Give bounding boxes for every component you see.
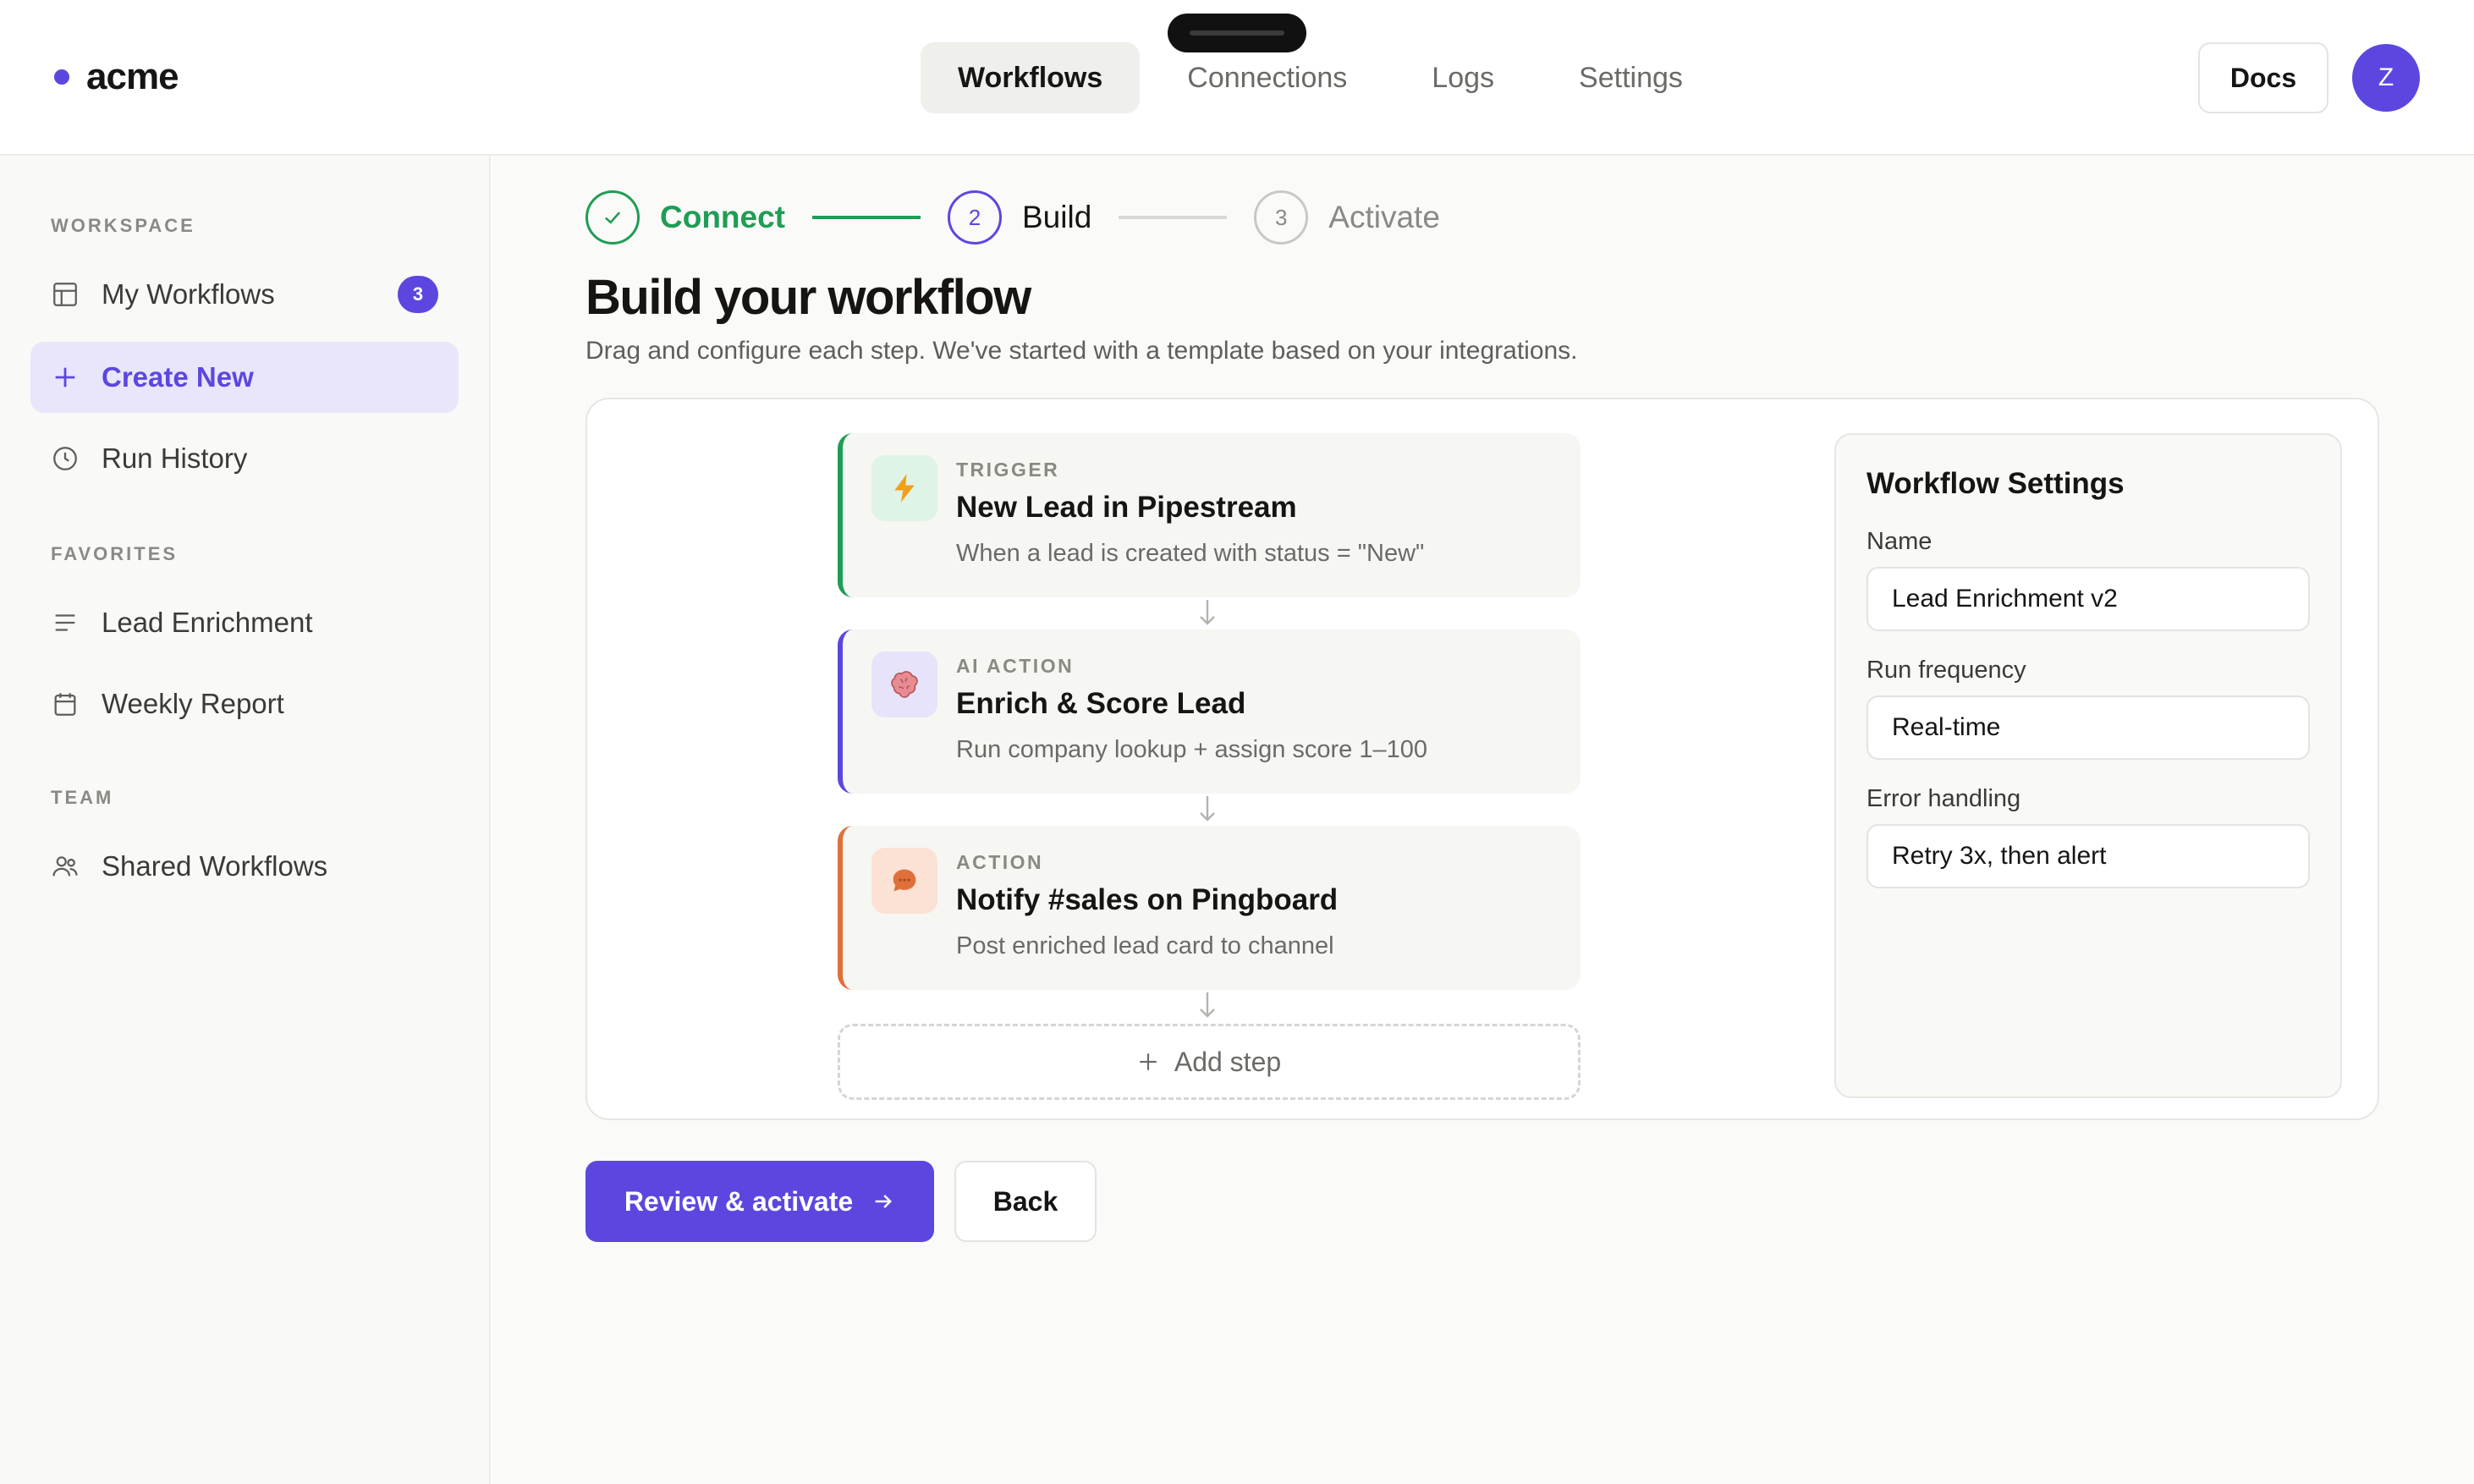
sidebar-item-shared-workflows[interactable]: Shared Workflows [30, 831, 459, 902]
sidebar-item-my-workflows[interactable]: My Workflows 3 [30, 259, 459, 330]
sidebar-item-label: Lead Enrichment [102, 607, 313, 638]
arrow-down-icon [1200, 992, 1215, 1018]
back-button[interactable]: Back [954, 1161, 1097, 1242]
top-header: acme Workflows Connections Logs Settings… [0, 0, 2474, 156]
review-activate-button[interactable]: Review & activate [586, 1161, 934, 1242]
run-frequency-label: Run frequency [1866, 657, 2026, 684]
users-icon [51, 852, 80, 881]
arrow-down-icon [1200, 796, 1215, 822]
sidebar-item-create-new[interactable]: Create New [30, 342, 459, 413]
sidebar-section-favorites: FAVORITES [51, 543, 179, 564]
sidebar-item-weekly-report[interactable]: Weekly Report [30, 668, 459, 739]
review-activate-label: Review & activate [624, 1185, 854, 1217]
top-nav: Workflows Connections Logs Settings [921, 42, 1720, 113]
workflow-settings-panel: Workflow Settings Name Lead Enrichment v… [1834, 433, 2342, 1098]
page-title: Build your workflow [586, 270, 1031, 325]
sidebar-item-label: Run History [102, 442, 248, 474]
plus-icon [1140, 1053, 1157, 1070]
run-frequency-field[interactable]: Real-time [1866, 695, 2310, 760]
tab-connections[interactable]: Connections [1150, 42, 1384, 113]
add-step-label: Add step [1174, 1046, 1282, 1077]
logo-dot-icon [54, 69, 69, 85]
page-subtitle: Drag and configure each step. We've star… [586, 337, 1578, 365]
plus-icon [51, 363, 80, 392]
calendar-icon [51, 690, 80, 718]
step-description: Run company lookup + assign score 1–100 [956, 736, 1427, 763]
step-label-build: Build [1022, 200, 1092, 234]
step-label-activate: Activate [1328, 200, 1440, 234]
error-handling-field[interactable]: Retry 3x, then alert [1866, 824, 2310, 888]
workflow-step-card[interactable]: AI ACTION Enrich & Score Lead Run compan… [838, 629, 1581, 794]
clock-icon [51, 444, 80, 473]
sidebar-item-run-history[interactable]: Run History [30, 423, 459, 494]
sidebar-item-label: Weekly Report [102, 688, 284, 719]
chat-bubble-icon [871, 848, 937, 914]
step-kicker: TRIGGER [956, 459, 1060, 481]
step-connector [1119, 216, 1228, 219]
tab-workflows[interactable]: Workflows [921, 42, 1141, 113]
sidebar-section-workspace: WORKSPACE [51, 215, 195, 236]
step-title: Notify #sales on Pingboard [956, 883, 1339, 916]
workflow-step-card[interactable]: TRIGGER New Lead in Pipestream When a le… [838, 433, 1581, 597]
tab-settings[interactable]: Settings [1542, 42, 1720, 113]
name-field[interactable]: Lead Enrichment v2 [1866, 567, 2310, 631]
error-handling-label: Error handling [1866, 785, 2021, 812]
workflow-step-card[interactable]: ACTION Notify #sales on Pingboard Post e… [838, 826, 1581, 990]
main-content: Connect 2 Build 3 Activate Build your wo… [492, 156, 2474, 1484]
sidebar-item-lead-enrichment[interactable]: Lead Enrichment [30, 587, 459, 658]
step-connector [812, 216, 921, 219]
arrow-right-icon [875, 1195, 893, 1208]
sidebar-item-label: My Workflows [102, 278, 275, 310]
step-title: New Lead in Pipestream [956, 491, 1297, 524]
user-avatar[interactable]: Z [2352, 44, 2420, 112]
brain-icon [871, 651, 937, 717]
step-number-activate: 3 [1254, 190, 1309, 245]
step-number-build: 2 [948, 190, 1002, 245]
step-title: Enrich & Score Lead [956, 687, 1246, 720]
count-badge: 3 [398, 276, 438, 313]
workflow-canvas: TRIGGER New Lead in Pipestream When a le… [586, 398, 2379, 1120]
progress-stepper: Connect 2 Build 3 Activate [586, 190, 1440, 245]
step-label-connect: Connect [660, 200, 785, 234]
sidebar-item-label: Shared Workflows [102, 850, 328, 882]
arrow-down-icon [1200, 600, 1215, 625]
sidebar-item-label: Create New [102, 361, 254, 393]
add-step-button[interactable]: Add step [838, 1024, 1581, 1100]
step-kicker: ACTION [956, 851, 1044, 873]
settings-title: Workflow Settings [1866, 467, 2125, 500]
lightning-icon [871, 455, 937, 521]
brand-logo[interactable]: acme [54, 56, 179, 98]
list-lines-icon [51, 608, 80, 637]
step-description: Post enriched lead card to channel [956, 932, 1334, 959]
docs-button[interactable]: Docs [2198, 42, 2328, 113]
check-icon [586, 190, 640, 245]
step-kicker: AI ACTION [956, 655, 1075, 677]
step-description: When a lead is created with status = "Ne… [956, 540, 1425, 567]
name-field-label: Name [1866, 528, 1932, 555]
sidebar-section-team: TEAM [51, 787, 114, 808]
layout-icon [51, 280, 80, 309]
tab-logs[interactable]: Logs [1394, 42, 1531, 113]
brand-name: acme [86, 56, 179, 97]
sidebar: WORKSPACE My Workflows 3 Create New Run … [0, 156, 491, 1484]
